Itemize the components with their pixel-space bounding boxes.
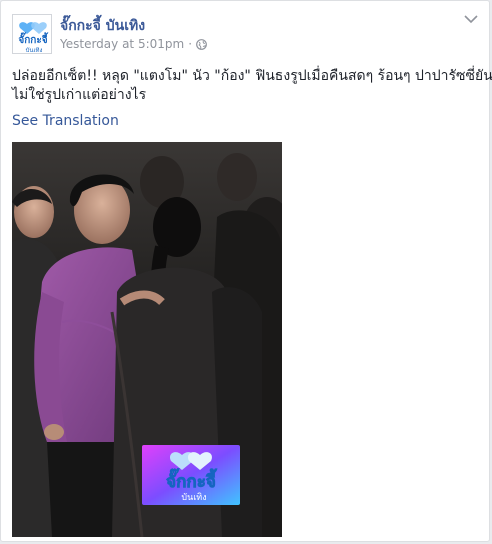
avatar-logo-text: จั๊กกะจี้ [18,32,48,46]
post-card: จั๊กกะจี้ บันเทิง จั๊กกะจี้ บันเทิง Yest… [0,0,492,542]
post-meta: Yesterday at 5:01pm · [60,36,207,52]
watermark-logo-subtext: บันเทิง [181,492,206,503]
post-message-line-2: ไม่ใช่รูปเก่าแต่อย่างไร [12,87,147,103]
avatar-logo-subtext: บันเทิง [26,47,43,54]
post-timestamp[interactable]: Yesterday at 5:01pm [60,37,184,51]
avatar-logo: จั๊กกะจี้ บันเทิง [13,15,51,54]
page-name-link[interactable]: จั๊กกะจี้ บันเทิง [60,15,145,37]
page-avatar[interactable]: จั๊กกะจี้ บันเทิง [12,14,52,54]
meta-separator: · [188,37,193,51]
watermark-logo-text: จั๊กกะจี้ [166,468,217,492]
post-message: ปล่อยอีกเซ็ต!! หลุด "แตงโม" นัว "ก้อง" ฟ… [12,67,492,105]
see-translation-link[interactable]: See Translation [12,113,119,129]
globe-icon[interactable] [196,38,207,50]
watermark-logo: จั๊กกะจี้ บันเทิง [142,445,240,505]
post-photo[interactable]: จั๊กกะจี้ บันเทิง [12,142,282,537]
post-message-line-1: ปล่อยอีกเซ็ต!! หลุด "แตงโม" นัว "ก้อง" ฟ… [12,68,492,84]
chevron-down-icon[interactable] [463,13,479,25]
